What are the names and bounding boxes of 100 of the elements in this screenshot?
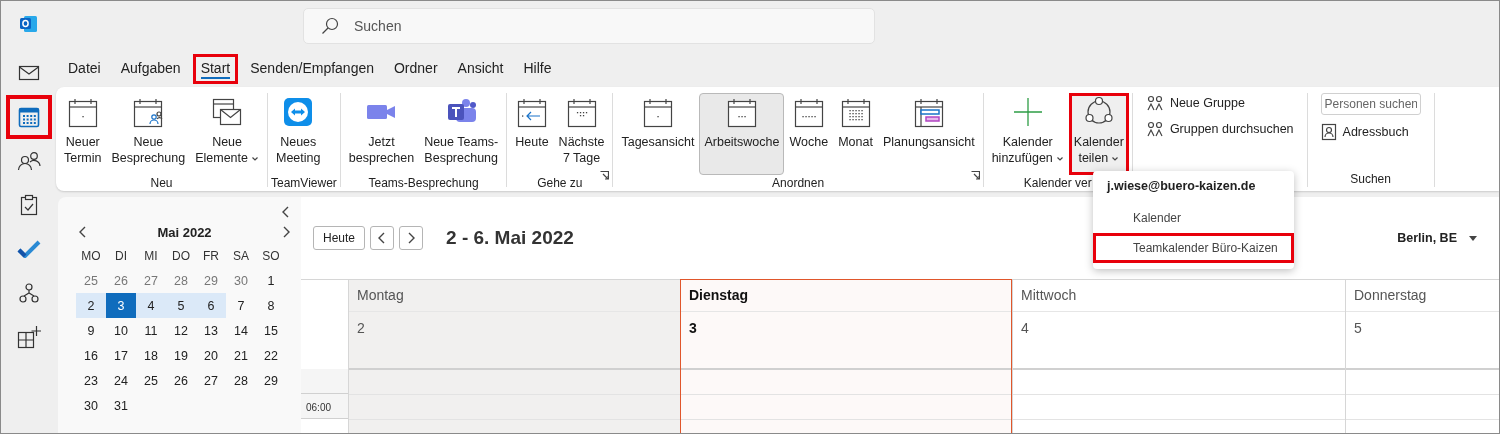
weekday-label: DO <box>171 248 191 263</box>
day-date: 5 <box>1354 320 1362 336</box>
day-cell[interactable]: 20 <box>196 343 226 368</box>
ribbon-button[interactable]: Neue Besprechung <box>106 93 191 175</box>
weekday-label: MI <box>143 248 159 263</box>
chevron-left-icon <box>281 205 291 219</box>
day-cell[interactable]: 15 <box>256 318 286 343</box>
day-cell[interactable]: 30 <box>226 268 256 293</box>
day-cell[interactable]: 21 <box>226 343 256 368</box>
day-cell[interactable]: 7 <box>226 293 256 318</box>
add-apps-icon <box>16 325 41 349</box>
day-cell[interactable]: 8 <box>256 293 286 318</box>
group-label: Teams-Besprechung <box>368 176 479 190</box>
day-cell[interactable]: 10 <box>106 318 136 343</box>
group-label: Gehe zu <box>537 176 583 190</box>
day-cell[interactable]: 25 <box>136 368 166 393</box>
day-cell[interactable]: 6 <box>196 293 226 318</box>
day-cell[interactable]: 13 <box>196 318 226 343</box>
day-cell[interactable]: 22 <box>256 343 286 368</box>
ribbon-button[interactable]: Neuer Termin <box>59 93 107 175</box>
day-name: Montag <box>357 287 404 303</box>
ribbon-button[interactable]: Tagesansicht <box>616 93 700 175</box>
ribbon-button[interactable]: Nächste 7 Tage <box>553 93 610 175</box>
day-cell[interactable]: 14 <box>226 318 256 343</box>
group-label: Anordnen <box>772 176 825 190</box>
day-name: Mittwoch <box>1021 287 1077 303</box>
dialog-launcher-icon[interactable] <box>970 171 980 180</box>
day-cell[interactable]: 9 <box>76 318 106 343</box>
ribbon-button[interactable]: Kalender teilen <box>1068 93 1129 175</box>
calendar-mail-icon <box>211 96 244 128</box>
day-cell[interactable]: 31 <box>106 393 136 418</box>
group-icon <box>1145 95 1164 111</box>
dialog-launcher-icon[interactable] <box>600 171 610 180</box>
ribbon-button[interactable]: Neue Teams- Besprechung <box>419 93 504 175</box>
day-cell[interactable]: 29 <box>196 268 226 293</box>
day-date: 4 <box>1021 320 1029 336</box>
day-cell[interactable]: 28 <box>166 268 196 293</box>
weekday-label: DI <box>114 248 128 263</box>
calendar-icon <box>839 96 872 128</box>
ribbon-button[interactable]: Monat <box>833 93 878 175</box>
ribbon-button[interactable]: Neues Meeting <box>271 93 326 175</box>
ribbon-button[interactable]: Kalender hinzufügen <box>986 93 1069 175</box>
people-search-field[interactable]: Personen suchen <box>1320 93 1421 115</box>
ribbon-button[interactable]: Woche <box>784 93 834 175</box>
group-label: Neu <box>150 176 173 190</box>
day-cell[interactable]: 27 <box>196 368 226 393</box>
previous-button[interactable] <box>370 226 395 250</box>
nav-button[interactable] <box>5 95 52 139</box>
day-cell[interactable]: 12 <box>166 318 196 343</box>
calendar-icon <box>641 96 674 128</box>
day-cell[interactable]: 11 <box>136 318 166 343</box>
ribbon-button[interactable]: Gruppen durchsuchen <box>1145 119 1294 139</box>
day-cell[interactable]: 24 <box>106 368 136 393</box>
ribbon-tab[interactable]: Senden/Empfangen <box>242 54 382 84</box>
ribbon-tab[interactable]: Ordner <box>386 54 446 84</box>
clipboard-check-icon <box>18 194 39 216</box>
day-cell[interactable]: 3 <box>106 293 136 318</box>
outlook-logo-icon <box>19 15 38 33</box>
menu-item[interactable]: Kalender <box>1093 203 1294 233</box>
day-cell[interactable]: 26 <box>106 268 136 293</box>
ribbon-button[interactable]: Neue Gruppe <box>1145 93 1294 113</box>
day-cell[interactable]: 4 <box>136 293 166 318</box>
day-cell[interactable]: 30 <box>76 393 106 418</box>
mail-icon <box>17 64 40 82</box>
day-cell[interactable]: 16 <box>76 343 106 368</box>
calendar-icon <box>66 96 99 128</box>
ribbon-button[interactable]: Neue Elemente <box>190 93 264 175</box>
menu-item[interactable]: Teamkalender Büro-Kaizen <box>1093 233 1294 263</box>
day-cell[interactable]: 23 <box>76 368 106 393</box>
day-name: Donnerstag <box>1354 287 1427 303</box>
ribbon-button[interactable]: Heute <box>510 93 554 175</box>
day-cell[interactable]: 29 <box>256 368 286 393</box>
address-book-icon <box>1320 123 1337 141</box>
day-cell[interactable]: 27 <box>136 268 166 293</box>
ribbon-button[interactable]: Planungsansicht <box>877 93 980 175</box>
day-cell[interactable]: 28 <box>226 368 256 393</box>
ribbon-button[interactable]: Jetzt besprechen <box>343 93 420 175</box>
ribbon-tab[interactable]: Start <box>192 54 239 84</box>
day-cell[interactable]: 2 <box>76 293 106 318</box>
search-field[interactable]: Suchen <box>303 8 875 44</box>
day-date: 3 <box>689 320 697 336</box>
today-button[interactable]: Heute <box>313 226 366 250</box>
day-cell[interactable]: 1 <box>256 268 286 293</box>
day-cell[interactable]: 17 <box>106 343 136 368</box>
ribbon-tab[interactable]: Datei <box>60 54 109 84</box>
day-cell[interactable]: 18 <box>136 343 166 368</box>
plus-icon <box>1011 96 1044 128</box>
ribbon-button[interactable]: Arbeitswoche <box>699 93 785 175</box>
day-cell[interactable]: 26 <box>166 368 196 393</box>
day-cell[interactable]: 19 <box>166 343 196 368</box>
location-dropdown[interactable]: Berlin, BE <box>1391 230 1483 246</box>
ribbon-tab[interactable]: Aufgaben <box>112 54 189 84</box>
ribbon-tab[interactable]: Hilfe <box>515 54 560 84</box>
day-cell[interactable]: 5 <box>166 293 196 318</box>
weekday-label: SO <box>261 248 281 263</box>
weekday-label: SA <box>232 248 250 263</box>
search-icon <box>321 17 339 35</box>
day-cell[interactable]: 25 <box>76 268 106 293</box>
ribbon-tab[interactable]: Ansicht <box>449 54 512 84</box>
ribbon-button[interactable]: Adressbuch <box>1320 121 1421 143</box>
